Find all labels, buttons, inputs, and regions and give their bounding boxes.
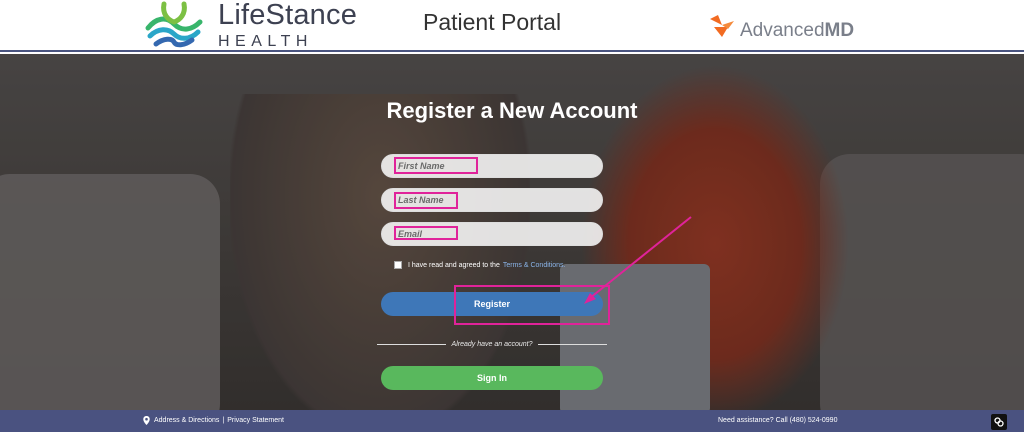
privacy-statement-link[interactable]: Privacy Statement (227, 417, 284, 424)
sign-in-button[interactable]: Sign In (381, 366, 603, 390)
lifestance-logo-icon (145, 1, 203, 48)
footer-links: Address & Directions | Privacy Statement (143, 416, 284, 425)
divider-line-right (538, 344, 608, 345)
logo-line1: LifeStance (218, 0, 358, 31)
advancedmd-logo-icon (710, 15, 734, 37)
footer-separator: | (222, 417, 225, 424)
lifestance-wordmark: LifeStance HEALTH (218, 0, 358, 50)
lifestance-logo[interactable]: LifeStance HEALTH (142, 0, 357, 50)
advancedmd-text-light: Advanced (740, 20, 825, 41)
annotation-arrow (584, 216, 692, 304)
header: LifeStance HEALTH Patient Portal Advance… (0, 0, 1024, 52)
footer: Address & Directions | Privacy Statement… (0, 410, 1024, 432)
link-icon-button[interactable] (991, 414, 1007, 430)
advancedmd-text-bold: MD (824, 20, 855, 41)
advancedmd-logo: AdvancedMD (708, 10, 854, 42)
link-icon (994, 417, 1004, 427)
divider-text: Already have an account? (451, 341, 533, 348)
assistance-text: Need assistance? Call (480) 524-0990 (718, 417, 838, 424)
map-pin-icon (143, 416, 150, 425)
page-title: Patient Portal (423, 9, 562, 35)
logo-line2: HEALTH (218, 32, 313, 50)
advancedmd-wordmark: AdvancedMD (740, 20, 854, 42)
divider-line-left (377, 344, 446, 345)
divider: Already have an account? (377, 341, 608, 348)
hero-background: Register a New Account I have read and a… (0, 54, 1024, 410)
address-directions-link[interactable]: Address & Directions (154, 417, 219, 424)
